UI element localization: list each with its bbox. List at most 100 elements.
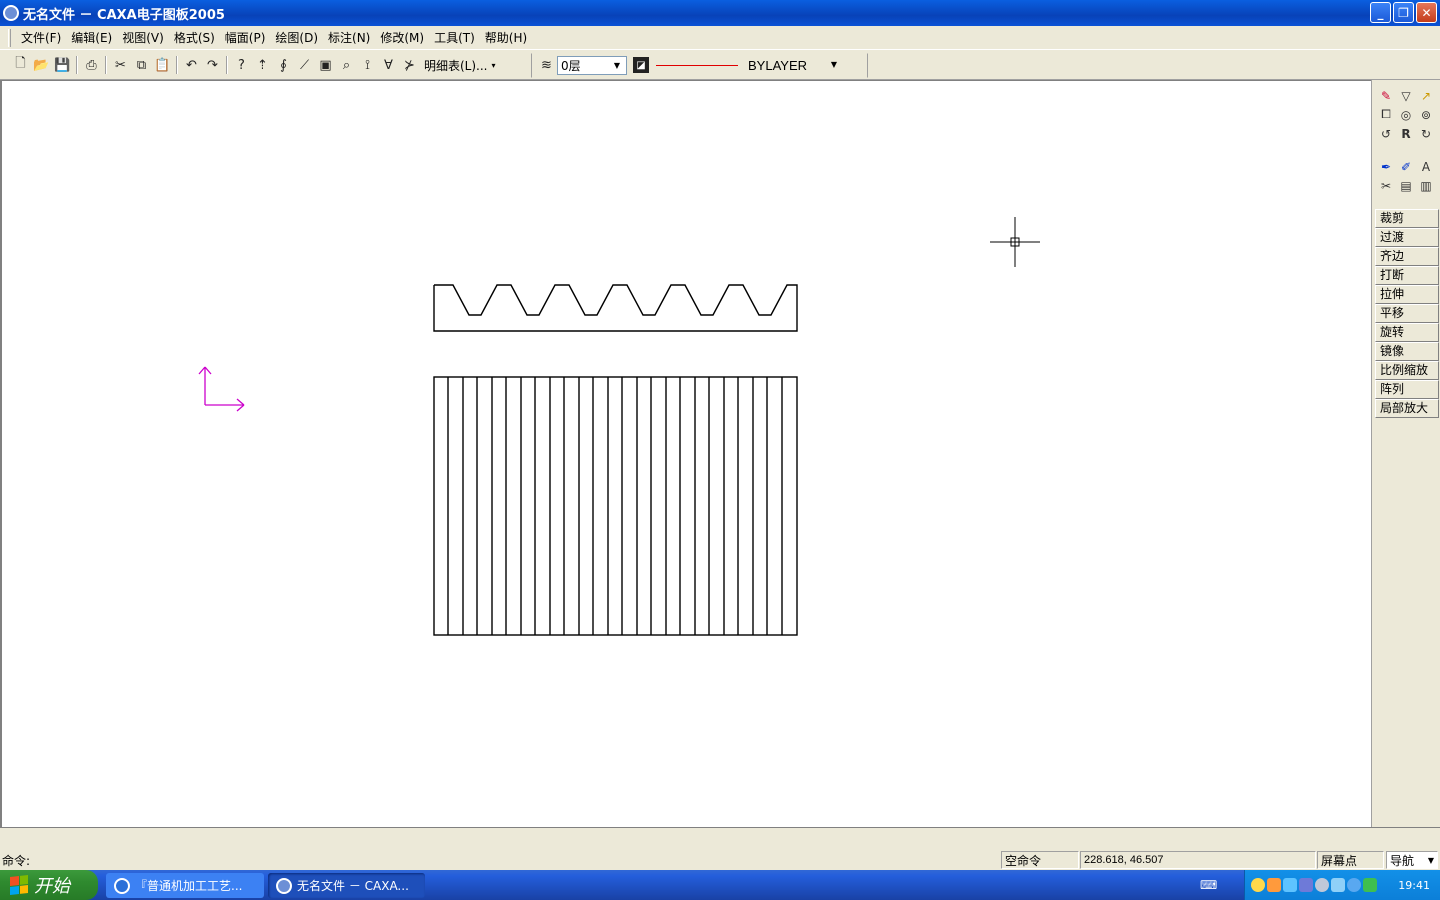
ucs-axis-icon (198, 366, 245, 412)
cmd-scale-button[interactable]: 比例缩放 (1375, 361, 1439, 380)
coordinate-readout: 228.618, 46.507 (1080, 851, 1316, 869)
linetype-select-value: BYLAYER (748, 57, 808, 73)
snap-mode[interactable]: 屏幕点 (1317, 851, 1384, 869)
save-icon[interactable]: 💾 (52, 55, 73, 76)
menu-dimension[interactable]: 标注(N) (323, 27, 375, 48)
edit-icon-grid: ✎ ▽ ↗ ⧠ ◎ ⊚ ↺ R ↻ (1376, 86, 1436, 143)
property-icon-grid: ✒ ✐ A ✂ ▤ ▥ (1376, 157, 1436, 195)
caxa-app-icon[interactable] (3, 5, 19, 21)
task-ie-window[interactable]: 『普通机加工工艺... (106, 873, 264, 898)
tolerance-icon[interactable]: ⟋ (294, 55, 315, 76)
brush-icon[interactable]: ✐ (1396, 157, 1416, 176)
symbol-icon[interactable]: ∮ (273, 55, 294, 76)
cmd-rotate-button[interactable]: 旋转 (1375, 323, 1439, 342)
layer-select[interactable]: 0层 ▼ (557, 55, 627, 75)
weld-symbol-icon[interactable]: ⊁ (399, 55, 420, 76)
redo-icon[interactable]: ↷ (202, 55, 223, 76)
cmd-trim-button[interactable]: 裁剪 (1375, 209, 1439, 228)
new-file-icon[interactable]: 🗋 (10, 55, 31, 76)
tray-star-icon[interactable] (1283, 878, 1297, 892)
undo-icon[interactable]: ↶ (181, 55, 202, 76)
title-bar: 无名文件 － CAXA电子图板2005 _ ❐ ✕ (0, 0, 1440, 26)
drawing-canvas[interactable] (0, 80, 1371, 827)
copy-icon[interactable]: ⧉ (131, 55, 152, 76)
title-block-icon[interactable]: ▣ (315, 55, 336, 76)
command-prompt: 命令: (2, 854, 31, 868)
tray-disc-icon[interactable] (1315, 878, 1329, 892)
modify-tool-panel: ✎ ▽ ↗ ⧠ ◎ ⊚ ↺ R ↻ ✒ ✐ A ✂ ▤ ▥ 裁剪 过渡 齐边 打… (1371, 80, 1440, 827)
rotate-left-icon[interactable]: ↺ (1376, 124, 1396, 143)
bom-menu[interactable]: 明细表(L)... (420, 57, 492, 74)
menu-format[interactable]: 格式(S) (169, 27, 220, 48)
tray-globe-icon[interactable] (1347, 878, 1361, 892)
cmd-fillet-button[interactable]: 过渡 (1375, 228, 1439, 247)
cmd-extend-button[interactable]: 齐边 (1375, 247, 1439, 266)
menu-modify[interactable]: 修改(M) (375, 27, 429, 48)
tray-qq-icon[interactable] (1251, 878, 1265, 892)
cmd-break-button[interactable]: 打断 (1375, 266, 1439, 285)
zoom-window-icon[interactable]: ⌕ (336, 55, 357, 76)
filter-icon[interactable]: ▽ (1396, 86, 1416, 105)
drawing-svg (198, 217, 1040, 636)
rotate-right-icon[interactable]: ↻ (1416, 124, 1436, 143)
chevron-down-icon[interactable]: ▼ (827, 57, 841, 72)
tray-clock: 19:41 (1398, 878, 1430, 892)
menu-edit[interactable]: 编辑(E) (66, 27, 117, 48)
open-file-icon[interactable]: 📂 (31, 55, 52, 76)
minimize-button[interactable]: _ (1370, 2, 1391, 23)
text-style-icon[interactable]: A (1416, 157, 1436, 176)
pick-arrow-icon[interactable]: ↗ (1416, 86, 1436, 105)
nav-mode-select[interactable]: 导航 ▼ (1386, 851, 1438, 869)
menu-view[interactable]: 视图(V) (117, 27, 169, 48)
attribute-icon[interactable]: ▥ (1416, 176, 1436, 195)
scissors-icon[interactable]: ✂ (1376, 176, 1396, 195)
tray-monitor-icon[interactable] (1331, 878, 1345, 892)
cmd-array-button[interactable]: 阵列 (1375, 380, 1439, 399)
surface-finish-icon[interactable]: ∀ (378, 55, 399, 76)
paste-icon[interactable]: 📋 (152, 55, 173, 76)
modify-command-list: 裁剪 过渡 齐边 打断 拉伸 平移 旋转 镜像 比例缩放 阵列 局部放大 (1375, 209, 1439, 418)
toolbar-separator (226, 56, 228, 74)
menu-tools[interactable]: 工具(T) (429, 27, 480, 48)
status-bar: 命令: 空命令 228.618, 46.507 屏幕点 导航 ▼ (0, 850, 1440, 870)
linetype-select[interactable]: BYLAYER ▼ (653, 56, 843, 75)
chevron-down-icon[interactable]: ▾ (492, 61, 496, 70)
close-button[interactable]: ✕ (1416, 2, 1437, 23)
pen-icon[interactable]: ✒ (1376, 157, 1396, 176)
tray-shield-icon[interactable] (1363, 878, 1377, 892)
copy-select-icon[interactable]: ⧠ (1376, 105, 1396, 124)
command-state: 空命令 (1001, 851, 1079, 869)
print-icon[interactable]: ⎙ (81, 55, 102, 76)
cut-icon[interactable]: ✂ (110, 55, 131, 76)
menu-file[interactable]: 文件(F) (16, 27, 66, 48)
part-number-icon[interactable]: ⟟ (357, 55, 378, 76)
task-caxa-window[interactable]: 无名文件 － CAXA... (268, 873, 425, 898)
cmd-stretch-button[interactable]: 拉伸 (1375, 285, 1439, 304)
zoom-circle-icon[interactable]: ◎ (1396, 105, 1416, 124)
menu-help[interactable]: 帮助(H) (480, 27, 532, 48)
cmd-detail-zoom-button[interactable]: 局部放大 (1375, 399, 1439, 418)
ribbed-view[interactable] (433, 376, 798, 636)
redraw-icon[interactable]: R (1396, 124, 1416, 143)
keyboard-icon[interactable]: ⌨ (1200, 878, 1217, 892)
restore-button[interactable]: ❐ (1393, 2, 1414, 23)
chevron-down-icon[interactable]: ▼ (610, 58, 624, 73)
query-icon[interactable]: ⇡ (252, 55, 273, 76)
tray-network-icon[interactable] (1299, 878, 1313, 892)
menu-sheet[interactable]: 幅面(P) (220, 27, 271, 48)
layer-manager-icon[interactable]: ≋ (536, 55, 557, 76)
color-picker-icon[interactable]: ◪ (633, 57, 649, 73)
cmd-mirror-button[interactable]: 镜像 (1375, 342, 1439, 361)
cmd-move-button[interactable]: 平移 (1375, 304, 1439, 323)
menu-draw[interactable]: 绘图(D) (270, 27, 323, 48)
chevron-down-icon[interactable]: ▼ (1428, 856, 1434, 865)
zoom-all-icon[interactable]: ⊚ (1416, 105, 1436, 124)
block-icon[interactable]: ▤ (1396, 176, 1416, 195)
rack-profile[interactable] (433, 284, 798, 332)
start-button[interactable]: 开始 (0, 870, 98, 900)
tray-people-icon[interactable] (1267, 878, 1281, 892)
system-tray: 19:41 (1244, 870, 1440, 900)
eraser-icon[interactable]: ✎ (1376, 86, 1396, 105)
menubar-grip[interactable] (8, 28, 11, 47)
help-icon[interactable]: ? (231, 55, 252, 76)
